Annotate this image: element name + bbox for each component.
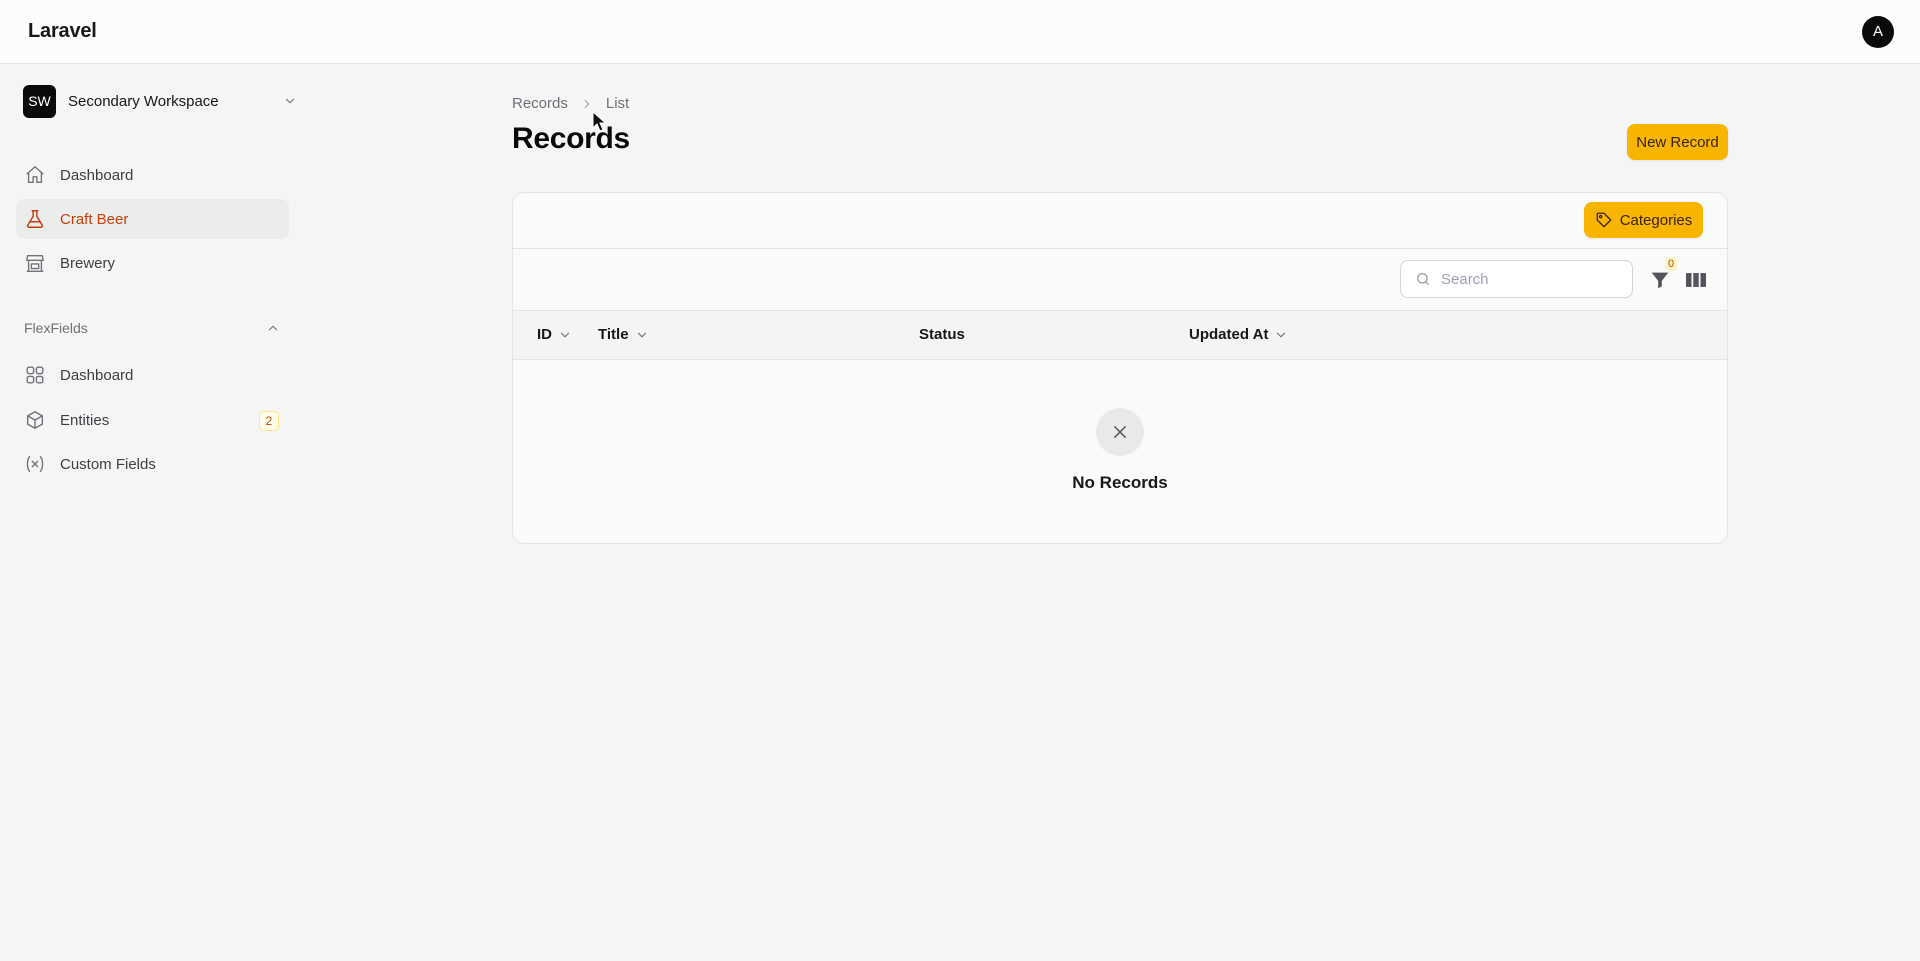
- chevron-down-icon: [637, 332, 646, 338]
- chevron-down-icon: [560, 332, 570, 338]
- breadcrumb-current[interactable]: List: [606, 95, 629, 112]
- breadcrumb: Records List: [512, 95, 629, 112]
- new-record-button[interactable]: New Record: [1627, 124, 1728, 160]
- categories-label: Categories: [1619, 211, 1693, 229]
- search-icon: [1417, 273, 1429, 285]
- chevron-right-icon: [584, 99, 590, 108]
- tag-icon: [1596, 212, 1612, 228]
- workspace-avatar: SW: [23, 84, 56, 118]
- filter-count-badge: 0: [1665, 257, 1678, 271]
- search-input[interactable]: [1441, 270, 1621, 288]
- categories-button[interactable]: Categories: [1584, 202, 1703, 238]
- building-store-icon: [24, 252, 46, 274]
- column-header-id[interactable]: ID: [537, 326, 572, 343]
- sidebar-group-flexfields[interactable]: FlexFields: [24, 316, 280, 340]
- sidebar: SW Secondary Workspace Dashboard Craft B…: [0, 64, 300, 961]
- variable-icon: [24, 453, 46, 475]
- sidebar-item-craft-beer[interactable]: Craft Beer: [16, 199, 289, 239]
- chevron-up-icon: [268, 325, 278, 331]
- column-header-label: Status: [919, 326, 965, 343]
- entities-count-badge: 2: [259, 411, 279, 431]
- mouse-cursor-icon: [592, 111, 606, 132]
- flask-icon: [24, 208, 46, 230]
- close-icon: [1096, 408, 1144, 456]
- sidebar-item-label: Brewery: [60, 254, 116, 272]
- column-header-status: Status: [919, 326, 965, 343]
- user-avatar[interactable]: A: [1862, 15, 1894, 48]
- chevron-down-icon: [1277, 332, 1286, 338]
- workspace-switcher[interactable]: SW Secondary Workspace: [23, 84, 295, 118]
- sidebar-item-dashboard[interactable]: Dashboard: [16, 155, 289, 195]
- sidebar-item-flexfields-dashboard[interactable]: Dashboard: [16, 355, 289, 395]
- workspace-name: Secondary Workspace: [68, 92, 219, 110]
- breadcrumb-parent[interactable]: Records: [512, 95, 568, 112]
- column-header-label: ID: [537, 326, 552, 343]
- sidebar-item-label: Entities: [60, 411, 110, 429]
- search-field[interactable]: [1400, 260, 1633, 298]
- table-header-actions: Categories: [513, 193, 1727, 249]
- column-header-label: Updated At: [1189, 326, 1269, 343]
- columns-icon[interactable]: [1685, 270, 1707, 290]
- sidebar-item-label: Custom Fields: [60, 455, 156, 473]
- page-title: Records: [512, 122, 630, 155]
- top-bar: Laravel A: [0, 0, 1920, 64]
- sidebar-item-label: Dashboard: [60, 366, 134, 384]
- sidebar-item-label: Craft Beer: [60, 210, 129, 228]
- brand-logo[interactable]: Laravel: [28, 20, 97, 43]
- table-toolbar: 0: [513, 249, 1727, 311]
- chevron-down-icon: [285, 98, 295, 104]
- empty-state: No Records: [513, 360, 1727, 543]
- empty-state-text: No Records: [1072, 473, 1168, 492]
- sidebar-item-brewery[interactable]: Brewery: [16, 243, 289, 283]
- sidebar-item-entities[interactable]: Entities 2: [16, 400, 289, 440]
- column-header-title[interactable]: Title: [598, 326, 649, 343]
- grid-icon: [24, 364, 46, 386]
- records-table-card: Categories 0 ID Title Status: [512, 192, 1728, 544]
- cube-icon: [24, 409, 46, 431]
- column-header-label: Title: [598, 326, 629, 343]
- filter-icon[interactable]: [1649, 269, 1671, 291]
- column-header-updated-at[interactable]: Updated At: [1189, 326, 1288, 343]
- sidebar-item-custom-fields[interactable]: Custom Fields: [16, 444, 289, 484]
- home-icon: [24, 164, 46, 186]
- table-head: ID Title Status Updated At: [513, 311, 1727, 360]
- sidebar-group-label: FlexFields: [24, 320, 88, 336]
- sidebar-item-label: Dashboard: [60, 166, 134, 184]
